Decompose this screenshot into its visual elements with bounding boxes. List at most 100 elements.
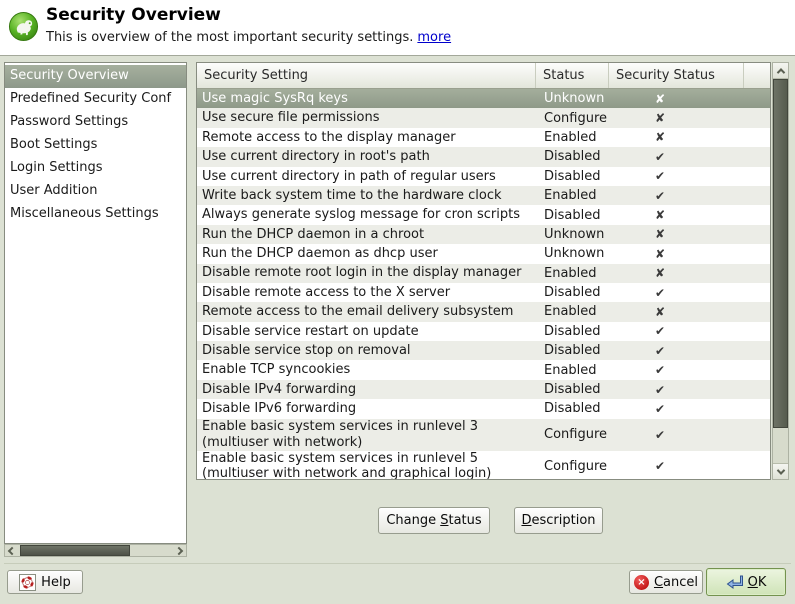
yast-security-icon [8, 11, 39, 42]
table-row[interactable]: Disable remote access to the X server Di… [197, 282, 770, 303]
hscrollbar-thumb[interactable] [20, 545, 130, 556]
table-row[interactable]: Disable IPv6 forwarding Disabled ✔ [197, 399, 770, 419]
sidebar-item[interactable]: User Addition [5, 180, 186, 203]
setting-cell: Disable remote access to the X server [197, 285, 536, 301]
setting-label: Enable basic system services in runlevel… [202, 450, 479, 466]
setting-cell: Disable service restart on update [197, 324, 536, 340]
vscrollbar-thumb[interactable] [773, 79, 788, 428]
description-label: Description [521, 513, 596, 528]
change-status-button[interactable]: Change Status [378, 507, 490, 534]
table-row[interactable]: Use secure file permissions Configure ✘ [197, 108, 770, 128]
setting-label: Use secure file permissions [202, 110, 380, 126]
table-row[interactable]: Write back system time to the hardware c… [197, 185, 770, 206]
security-status-cell: ✔ [609, 286, 744, 300]
sidebar-item-label: Password Settings [10, 114, 129, 129]
table-vertical-scrollbar[interactable] [772, 62, 789, 480]
security-status-cell: ✔ [609, 169, 744, 183]
security-status-cell: ✔ [609, 189, 744, 203]
column-header-security-setting[interactable]: Security Setting [197, 63, 536, 88]
table-row[interactable]: Enable TCP syncookies Enabled ✔ [197, 360, 770, 380]
description-button[interactable]: Description [514, 507, 603, 534]
table-row[interactable]: Enable basic system services in runlevel… [197, 450, 770, 479]
setting-label: Disable remote root login in the display… [202, 265, 522, 281]
table-row[interactable]: Use current directory in root's path Dis… [197, 147, 770, 167]
setting-label: Use current directory in path of regular… [202, 168, 496, 184]
setting-label-line2: (multiuser with network) [202, 434, 363, 450]
setting-cell: Enable basic system services in runlevel… [197, 419, 536, 450]
chevron-down-icon [776, 465, 785, 475]
more-link[interactable]: more [417, 30, 451, 45]
table-row[interactable]: Remote access to the email delivery subs… [197, 302, 770, 322]
sidebar-item[interactable]: Miscellaneous Settings [5, 203, 186, 226]
table-row[interactable]: Disable service restart on update Disabl… [197, 321, 770, 342]
sidebar-item-label: Predefined Security Conf [10, 91, 172, 106]
setting-label: Always generate syslog message for cron … [202, 207, 521, 223]
status-value: Disabled [544, 323, 601, 339]
table-row[interactable]: Disable remote root login in the display… [197, 263, 770, 283]
setting-cell: Use current directory in root's path [197, 149, 536, 165]
status-value: Unknown [544, 91, 605, 107]
cancel-button[interactable]: × Cancel [629, 570, 703, 594]
table-row[interactable]: Disable service stop on removal Disabled… [197, 341, 770, 361]
security-fail-icon: ✘ [654, 227, 666, 242]
table-row[interactable]: Use magic SysRq keys Unknown ✘ [197, 89, 770, 109]
help-label: Help [41, 574, 71, 590]
sidebar-item[interactable]: Password Settings [5, 111, 186, 134]
status-value: Configure [544, 458, 608, 474]
status-value: Disabled [544, 382, 601, 398]
ok-button[interactable]: OK [706, 568, 786, 596]
chevron-left-icon [7, 546, 17, 555]
sidebar-horizontal-scrollbar[interactable] [4, 544, 187, 557]
table-row[interactable]: Use current directory in path of regular… [197, 166, 770, 186]
change-status-label: Change Status [386, 513, 482, 528]
table-row[interactable]: Always generate syslog message for cron … [197, 205, 770, 225]
column-header-security-status[interactable]: Security Status [609, 63, 744, 88]
sidebar-item[interactable]: Predefined Security Conf [5, 88, 186, 111]
status-value: Enabled [544, 129, 597, 145]
setting-label: Disable service stop on removal [202, 343, 411, 359]
table-row[interactable]: Run the DHCP daemon as dhcp user Unknown… [197, 244, 770, 264]
setting-cell: Remote access to the display manager [197, 130, 536, 146]
help-lifebuoy-icon [19, 573, 37, 591]
scroll-right-button[interactable] [172, 545, 186, 556]
setting-label: Disable IPv4 forwarding [202, 381, 357, 397]
security-status-cell: ✘ [609, 130, 744, 144]
dialog-header: Security Overview This is overview of th… [0, 0, 795, 56]
status-value: Enabled [544, 265, 597, 281]
sidebar-item[interactable]: Login Settings [5, 157, 186, 180]
security-ok-icon: ✔ [654, 188, 666, 203]
setting-label: Use magic SysRq keys [202, 90, 348, 106]
status-value: Disabled [544, 401, 601, 417]
table-row[interactable]: Enable basic system services in runlevel… [197, 418, 770, 451]
table-row[interactable]: Run the DHCP daemon in a chroot Unknown … [197, 224, 770, 245]
scroll-up-button[interactable] [773, 63, 788, 79]
help-button[interactable]: Help [7, 570, 83, 594]
cancel-label: Cancel [653, 574, 699, 590]
security-status-cell: ✘ [609, 305, 744, 319]
setting-label: Disable service restart on update [202, 323, 419, 339]
table-body: Use magic SysRq keys Unknown ✘ Use secur… [197, 89, 770, 479]
security-fail-icon: ✘ [654, 91, 666, 106]
security-fail-icon: ✘ [654, 246, 666, 261]
sidebar-item-label: User Addition [10, 183, 98, 198]
status-value: Enabled [544, 188, 597, 204]
subtitle-text: This is overview of the most important s… [46, 30, 414, 45]
security-fail-icon: ✘ [654, 304, 666, 319]
table-row[interactable]: Remote access to the display manager Ena… [197, 127, 770, 148]
sidebar-item-label: Miscellaneous Settings [10, 206, 159, 221]
setting-label: Run the DHCP daemon as dhcp user [202, 246, 438, 262]
column-header-status[interactable]: Status [536, 63, 609, 88]
security-fail-icon: ✘ [654, 111, 666, 126]
setting-cell: Disable IPv6 forwarding [197, 401, 536, 417]
setting-cell: Use secure file permissions [197, 110, 536, 126]
security-status-cell: ✘ [609, 266, 744, 280]
sidebar-item[interactable]: Boot Settings [5, 134, 186, 157]
table-row[interactable]: Disable IPv4 forwarding Disabled ✔ [197, 379, 770, 400]
sidebar-item[interactable]: Security Overview [5, 65, 186, 88]
setting-label: Disable remote access to the X server [202, 284, 451, 300]
security-ok-icon: ✔ [654, 459, 666, 474]
scroll-down-button[interactable] [773, 463, 788, 479]
security-ok-icon: ✔ [654, 169, 666, 184]
scroll-left-button[interactable] [5, 545, 19, 556]
security-status-cell: ✘ [609, 111, 744, 125]
